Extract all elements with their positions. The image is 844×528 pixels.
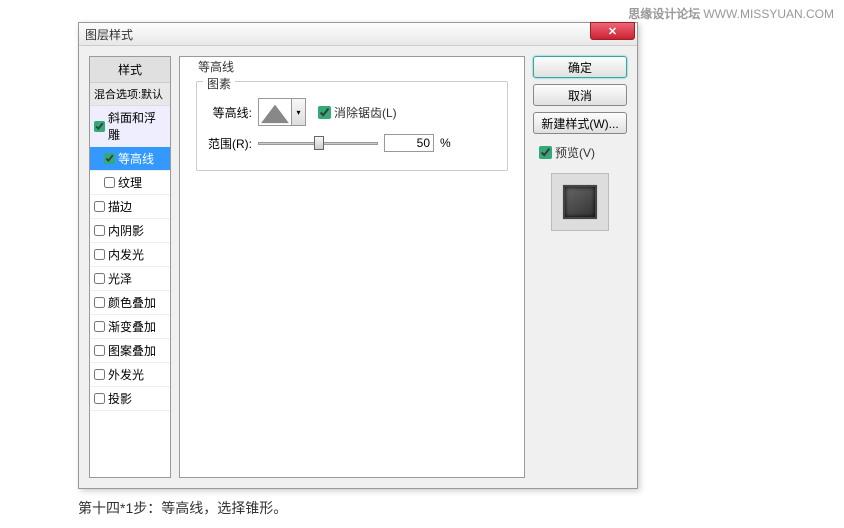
style-checkbox[interactable] (104, 177, 115, 188)
range-slider-thumb[interactable] (314, 136, 324, 150)
style-checkbox[interactable] (94, 345, 105, 356)
style-label: 斜面和浮雕 (108, 109, 166, 143)
style-label: 渐变叠加 (108, 318, 156, 335)
style-label: 颜色叠加 (108, 294, 156, 311)
style-item[interactable]: 描边 (90, 195, 170, 219)
contour-picker[interactable] (258, 98, 292, 126)
cancel-button[interactable]: 取消 (533, 84, 627, 106)
new-style-button[interactable]: 新建样式(W)... (533, 112, 627, 134)
range-row: 范围(R): % (207, 134, 497, 152)
preview-checkbox[interactable] (539, 146, 552, 159)
styles-panel: 样式 混合选项:默认 斜面和浮雕等高线纹理描边内阴影内发光光泽颜色叠加渐变叠加图… (89, 56, 171, 478)
close-button[interactable]: ✕ (590, 22, 635, 40)
style-checkbox[interactable] (94, 121, 105, 132)
style-item[interactable]: 斜面和浮雕 (90, 106, 170, 147)
style-label: 纹理 (118, 174, 142, 191)
watermark-bold: 思缘设计论坛 (628, 7, 700, 21)
contour-dropdown-arrow[interactable]: ▾ (292, 98, 306, 126)
style-item[interactable]: 投影 (90, 387, 170, 411)
antialias-label: 消除锯齿(L) (334, 104, 397, 121)
style-checkbox[interactable] (94, 297, 105, 308)
contour-row: 等高线: ▾ 消除锯齿(L) (207, 98, 497, 126)
style-checkbox[interactable] (94, 321, 105, 332)
contour-group-label: 等高线 (194, 58, 238, 75)
elements-group: 图素 等高线: ▾ 消除锯齿(L) (196, 81, 508, 171)
range-unit: % (440, 136, 451, 150)
style-item[interactable]: 外发光 (90, 363, 170, 387)
contour-group: 等高线 图素 等高线: ▾ 消除锯齿 (188, 65, 516, 179)
dialog-body: 样式 混合选项:默认 斜面和浮雕等高线纹理描边内阴影内发光光泽颜色叠加渐变叠加图… (79, 46, 637, 488)
style-checkbox[interactable] (94, 201, 105, 212)
style-checkbox[interactable] (104, 153, 115, 164)
preview-swatch (563, 185, 597, 219)
elements-group-label: 图素 (203, 75, 235, 92)
range-input[interactable] (384, 134, 434, 152)
range-slider[interactable] (258, 142, 378, 145)
style-item[interactable]: 颜色叠加 (90, 291, 170, 315)
style-item[interactable]: 纹理 (90, 171, 170, 195)
watermark-url: WWW.MISSYUAN.COM (703, 7, 834, 21)
style-item[interactable]: 内阴影 (90, 219, 170, 243)
preview-label: 预览(V) (555, 144, 595, 161)
style-label: 图案叠加 (108, 342, 156, 359)
style-checkbox[interactable] (94, 273, 105, 284)
styles-header[interactable]: 样式 (90, 57, 170, 83)
preview-thumbnail (551, 173, 609, 231)
style-label: 描边 (108, 198, 132, 215)
dialog-title: 图层样式 (85, 26, 133, 43)
style-label: 外发光 (108, 366, 144, 383)
ok-button[interactable]: 确定 (533, 56, 627, 78)
style-label: 投影 (108, 390, 132, 407)
style-label: 光泽 (108, 270, 132, 287)
style-checkbox[interactable] (94, 369, 105, 380)
layer-style-dialog: 图层样式 ✕ 样式 混合选项:默认 斜面和浮雕等高线纹理描边内阴影内发光光泽颜色… (78, 22, 638, 489)
antialias-checkbox-wrap[interactable]: 消除锯齿(L) (318, 104, 397, 121)
style-label: 内阴影 (108, 222, 144, 239)
titlebar: 图层样式 ✕ (79, 23, 637, 46)
antialias-checkbox[interactable] (318, 106, 331, 119)
contour-label: 等高线: (207, 104, 252, 121)
style-label: 等高线 (118, 150, 154, 167)
style-item[interactable]: 渐变叠加 (90, 315, 170, 339)
range-label: 范围(R): (207, 135, 252, 152)
content-panel: 等高线 图素 等高线: ▾ 消除锯齿 (179, 56, 525, 478)
style-checkbox[interactable] (94, 249, 105, 260)
style-item[interactable]: 光泽 (90, 267, 170, 291)
style-item[interactable]: 内发光 (90, 243, 170, 267)
right-column: 确定 取消 新建样式(W)... 预览(V) (533, 56, 627, 478)
watermark: 思缘设计论坛 WWW.MISSYUAN.COM (628, 5, 834, 22)
style-item[interactable]: 图案叠加 (90, 339, 170, 363)
style-item[interactable]: 等高线 (90, 147, 170, 171)
style-checkbox[interactable] (94, 393, 105, 404)
style-label: 内发光 (108, 246, 144, 263)
blend-options[interactable]: 混合选项:默认 (90, 83, 170, 106)
caption: 第十四*1步：等高线，选择锥形。 (78, 498, 287, 518)
style-checkbox[interactable] (94, 225, 105, 236)
preview-checkbox-wrap[interactable]: 预览(V) (539, 144, 627, 161)
